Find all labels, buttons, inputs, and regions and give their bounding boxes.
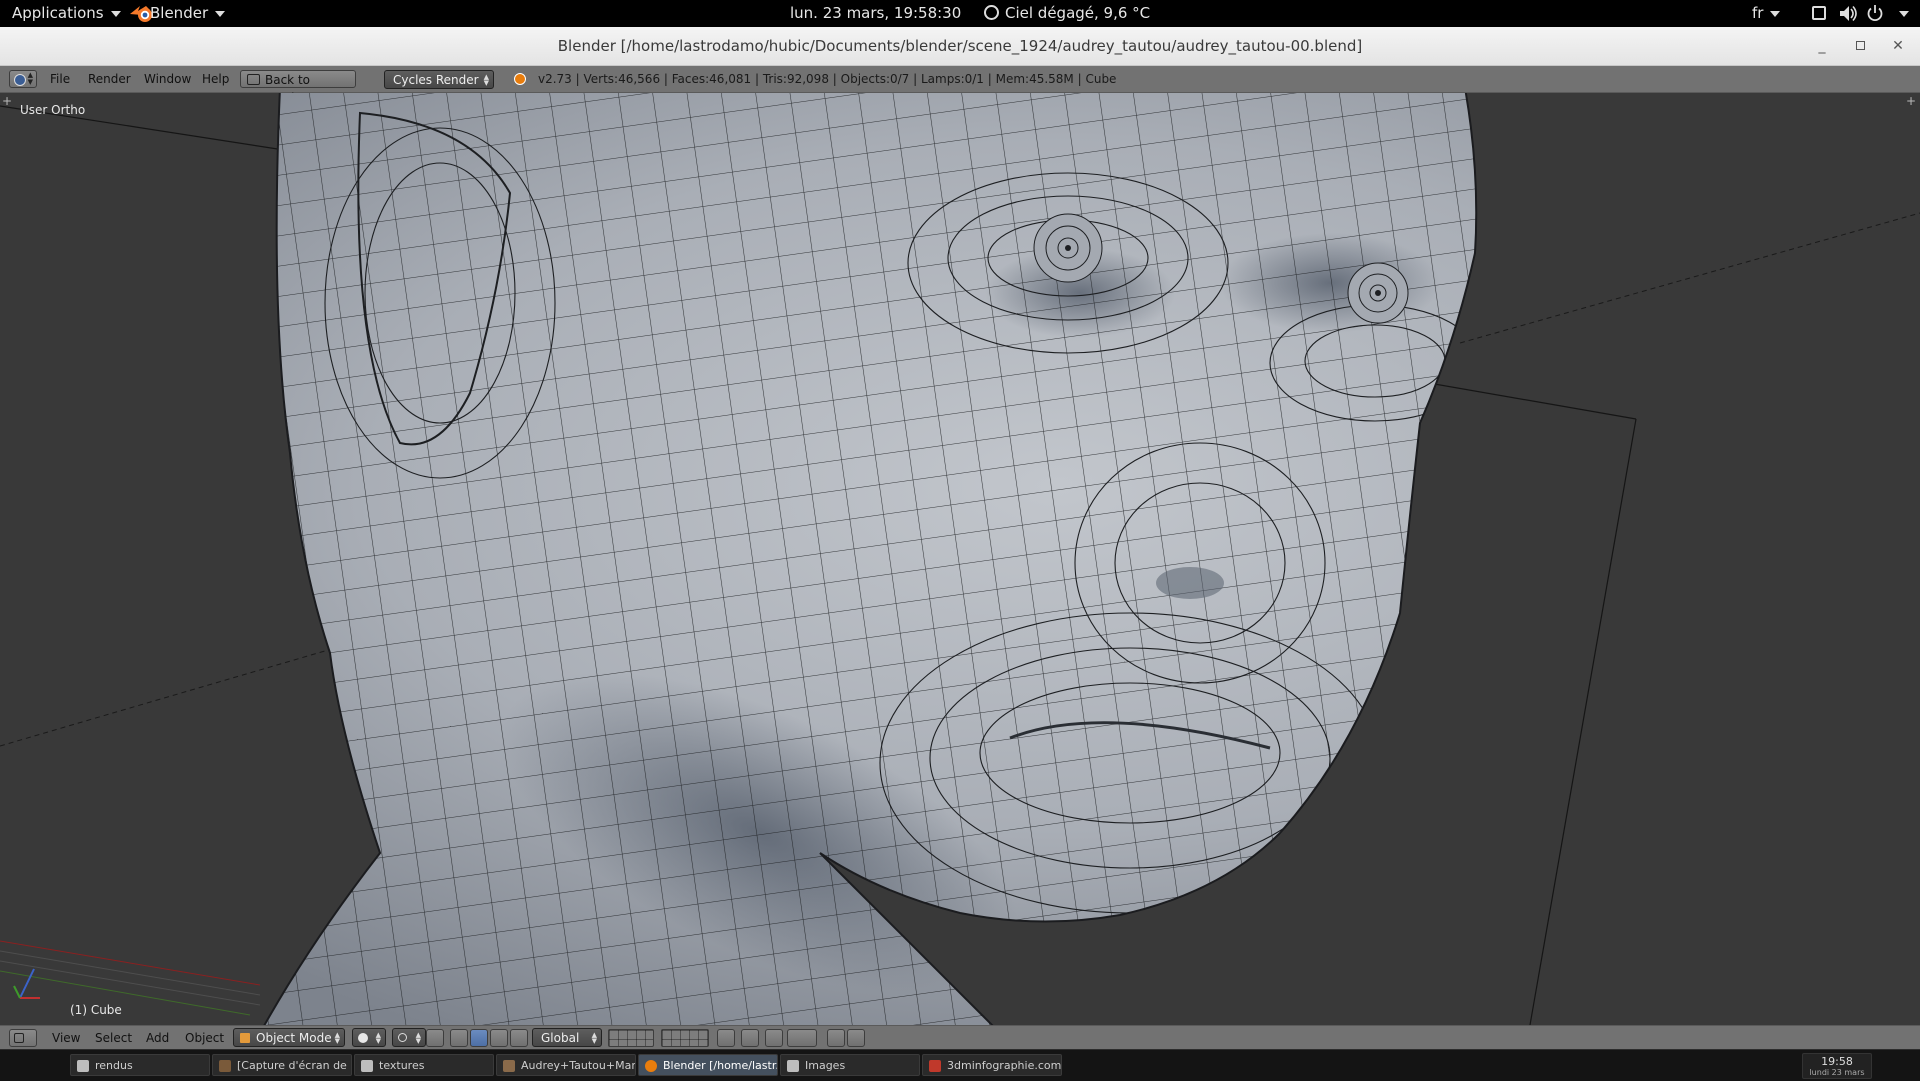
menu-render[interactable]: Render	[88, 66, 131, 92]
maximize-button[interactable]	[1850, 36, 1870, 56]
updown-arrows-icon: ▲ ▼	[483, 73, 489, 87]
chevron-down-icon	[110, 10, 121, 17]
layers-group-1[interactable]	[608, 1029, 654, 1047]
pivot-point-select[interactable]: ▲ ▼	[392, 1028, 426, 1047]
mode-label: Object Mode	[256, 1031, 332, 1045]
chevron-down-icon	[1770, 10, 1781, 17]
menu-add[interactable]: Add	[146, 1026, 169, 1050]
viewport-shading-select[interactable]: ▲ ▼	[352, 1028, 386, 1047]
proportional-editing-icon[interactable]	[741, 1029, 759, 1047]
lock-to-scene-icon[interactable]	[717, 1029, 735, 1047]
clock-datetime[interactable]: lun. 23 mars, 19:58:30	[790, 0, 961, 27]
orientation-label: Global	[541, 1031, 580, 1045]
task-item[interactable]: [Capture d'écran de ...	[212, 1054, 352, 1076]
maximize-icon	[1855, 41, 1865, 50]
task-item[interactable]: Audrey+Tautou+Mar...	[496, 1054, 636, 1076]
folder-icon	[77, 1060, 89, 1072]
view-name-label: User Ortho	[20, 103, 86, 117]
manipulator-toggle-icon[interactable]	[450, 1029, 468, 1047]
menu-view[interactable]: View	[52, 1026, 80, 1050]
render-opengl-icon[interactable]	[827, 1029, 845, 1047]
3d-view-header: View Select Add Object Object Mode ▲ ▼ ▲ ▼…	[0, 1025, 1920, 1050]
chevron-down-icon	[215, 10, 226, 17]
menu-object[interactable]: Object	[185, 1026, 224, 1050]
weather-label: Ciel dégagé, 9,6 °C	[1005, 4, 1151, 22]
back-to-previous-button[interactable]: Back to Previous	[240, 70, 356, 105]
render-engine-label: Cycles Render	[393, 73, 479, 87]
pivot-icon	[398, 1033, 407, 1042]
menu-window[interactable]: Window	[144, 66, 191, 92]
snap-element-select[interactable]	[787, 1029, 817, 1047]
taskbar-clock[interactable]: 19:58 lundi 23 mars	[1802, 1053, 1872, 1079]
system-top-bar: Applications Blender lun. 23 mars, 19:58…	[0, 0, 1920, 27]
info-header: ▲▼ File Render Window Help Back to Previ…	[0, 66, 1920, 105]
cube-icon	[240, 1033, 250, 1043]
taskbar: rendus [Capture d'écran de ... textures …	[0, 1049, 1920, 1081]
blender-icon	[645, 1060, 657, 1072]
task-item[interactable]: textures	[354, 1054, 494, 1076]
info-editor-icon	[14, 74, 26, 86]
filezilla-icon	[929, 1060, 941, 1072]
head-mesh-render: + +	[0, 93, 1920, 1025]
updown-arrows-icon: ▲ ▼	[334, 1031, 340, 1045]
clock-time: 19:58	[1821, 1055, 1853, 1068]
scale-manipulator-icon[interactable]	[510, 1029, 528, 1047]
applications-menu[interactable]: Applications	[12, 0, 121, 27]
rotate-manipulator-icon[interactable]	[490, 1029, 508, 1047]
menu-help[interactable]: Help	[202, 66, 229, 92]
transform-orientation-select[interactable]: Global ▲ ▼	[532, 1028, 602, 1047]
close-button[interactable]: ✕	[1888, 36, 1908, 56]
3d-viewport[interactable]: + + User Ortho (1) Cube	[0, 93, 1920, 1025]
blender-version-icon	[514, 73, 526, 85]
snap-toggle-icon[interactable]	[765, 1029, 783, 1047]
folder-icon	[361, 1060, 373, 1072]
screen-back-icon	[247, 74, 260, 85]
folder-icon	[787, 1060, 799, 1072]
task-item[interactable]: rendus	[70, 1054, 210, 1076]
image-viewer-icon	[219, 1060, 231, 1072]
interaction-mode-select[interactable]: Object Mode ▲ ▼	[233, 1028, 345, 1047]
blender-app-menu[interactable]: Blender	[150, 0, 226, 27]
editor-type-selector[interactable]	[9, 1029, 37, 1047]
solid-shading-icon	[358, 1033, 368, 1043]
editor-type-selector[interactable]: ▲ ▼	[9, 70, 37, 88]
svg-text:+: +	[2, 94, 12, 108]
chevron-down-icon[interactable]	[1899, 11, 1909, 17]
scene-statistics: v2.73 | Verts:46,566 | Faces:46,081 | Tr…	[538, 72, 1117, 86]
svg-text:+: +	[1906, 94, 1916, 108]
window-title-bar[interactable]: Blender [/home/lastrodamo/hubic/Document…	[0, 27, 1920, 66]
weather-clear-icon	[984, 5, 999, 20]
task-item[interactable]: 3dminfographie.com...	[922, 1054, 1062, 1076]
minimize-button[interactable]: _	[1812, 36, 1832, 56]
volume-icon[interactable]	[1838, 0, 1858, 27]
app-menu-label: Blender	[150, 4, 209, 22]
applications-label: Applications	[12, 4, 104, 22]
layers-group-2[interactable]	[661, 1029, 709, 1047]
language-label: fr	[1752, 4, 1764, 22]
weather-indicator[interactable]: Ciel dégagé, 9,6 °C	[984, 0, 1150, 27]
translate-manipulator-icon[interactable]	[470, 1029, 488, 1047]
task-item[interactable]: Images	[780, 1054, 920, 1076]
render-engine-select[interactable]: Cycles Render ▲ ▼	[384, 70, 494, 89]
task-item-active[interactable]: Blender [/home/lastr...	[638, 1054, 778, 1076]
keyboard-layout-menu[interactable]: fr	[1752, 0, 1781, 27]
limit-selection-icon[interactable]	[426, 1029, 444, 1047]
render-animation-icon[interactable]	[847, 1029, 865, 1047]
window-icon[interactable]	[1812, 6, 1826, 20]
image-viewer-icon	[503, 1060, 515, 1072]
menu-select[interactable]: Select	[95, 1026, 132, 1050]
window-title: Blender [/home/lastrodamo/hubic/Document…	[557, 37, 1363, 55]
power-icon[interactable]	[1866, 0, 1884, 27]
menu-file[interactable]: File	[50, 66, 70, 92]
active-object-label: (1) Cube	[70, 1003, 122, 1017]
clock-date: lundi 23 mars	[1809, 1068, 1865, 1077]
3d-view-editor-icon	[14, 1033, 24, 1043]
